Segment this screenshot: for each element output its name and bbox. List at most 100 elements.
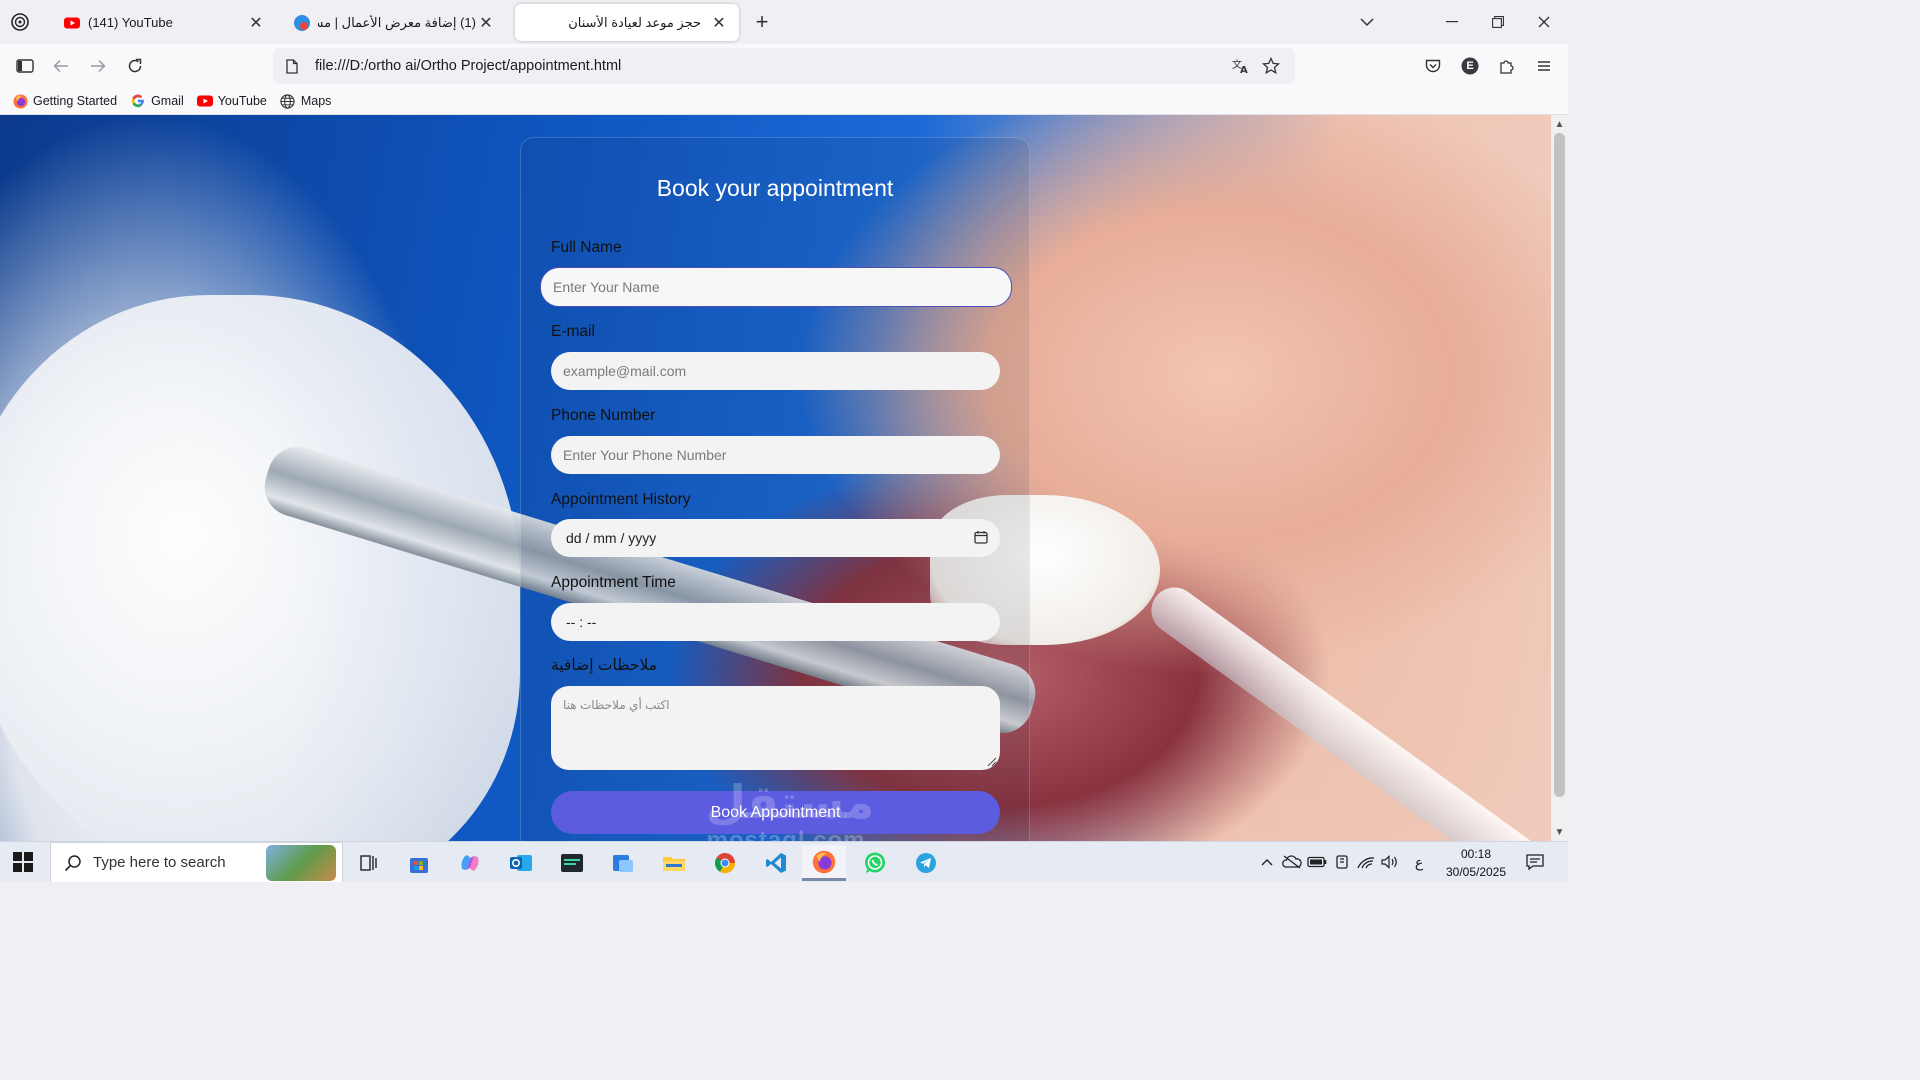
firefox-taskbar-icon[interactable] [802,845,846,881]
close-tab-icon[interactable]: ✕ [246,13,266,33]
form-title: Book your appointment [656,175,894,201]
search-highlight-image [266,844,336,881]
phone-label: Phone Number [551,407,656,424]
new-tab-button[interactable]: + [750,9,774,34]
full-name-placeholder: Enter Your Name [553,279,660,295]
file-explorer-icon[interactable] [652,845,696,881]
search-placeholder: Type here to search [93,854,226,871]
bookmark-star-icon[interactable] [1257,52,1285,80]
telegram-icon[interactable] [904,845,948,881]
full-name-input[interactable]: Enter Your Name [540,267,1012,307]
input-language-indicator[interactable]: ع [1408,850,1430,874]
close-tab-icon[interactable]: ✕ [709,13,729,33]
whatsapp-icon[interactable] [853,845,897,881]
clock-date: 30/05/2025 [1445,865,1507,879]
bookmark-gmail[interactable]: Gmail [130,93,184,109]
appointment-time-input[interactable]: -- : -- [551,603,1000,641]
outlook-icon[interactable] [499,845,543,881]
restore-icon[interactable] [1484,8,1512,36]
bookmark-label: YouTube [217,94,267,108]
terminal-app-icon[interactable] [550,845,594,881]
extensions-icon[interactable] [1493,52,1521,80]
page-scrollbar[interactable]: ▲ ▼ [1551,115,1568,841]
tab-youtube[interactable]: (141) YouTube ✕ [54,4,276,41]
tab-title: (141) YouTube [88,15,173,30]
youtube-icon [64,17,80,28]
notifications-icon[interactable] [1524,850,1546,874]
full-name-label: Full Name [551,239,622,256]
calendar-icon[interactable] [974,530,988,547]
tab-title: حجز موعد لعيادة الأسنان [568,14,701,30]
resize-grip-icon[interactable] [985,755,997,767]
phone-input[interactable]: Enter Your Phone Number [551,436,1000,474]
bookmark-label: Maps [300,94,332,108]
email-label: E-mail [551,323,595,340]
appointment-date-label: Appointment History [551,491,691,508]
bookmarks-toolbar: Getting Started Gmail YouTube Maps [0,88,1568,115]
avatar-initial: E [1466,60,1474,72]
battery-icon[interactable] [1306,850,1328,874]
email-input[interactable]: example@mail.com [551,352,1000,390]
bookmark-maps[interactable]: Maps [280,93,332,109]
google-icon [130,93,146,109]
sidebar-toggle-icon[interactable] [11,52,39,80]
chrome-icon[interactable] [703,845,747,881]
windows-taskbar: Type here to search ع 00:18 30/05/2025 [0,841,1568,882]
windows-start-icon[interactable] [12,851,36,875]
bookmark-getting-started[interactable]: Getting Started [12,93,117,109]
show-hidden-icons-chevron-icon[interactable] [1257,850,1277,874]
address-bar[interactable]: file:///D:/ortho ai/Ortho Project/appoin… [273,48,1295,84]
scroll-thumb[interactable] [1554,133,1565,797]
volume-icon[interactable] [1379,850,1401,874]
bookmark-label: Gmail [151,94,184,108]
microsoft-store-icon[interactable] [397,845,441,881]
background-suction-tube [1142,578,1551,841]
appointment-time-label: Appointment Time [551,574,676,591]
back-icon[interactable] [47,52,75,80]
tab-strip: (141) YouTube ✕ (1) إضافة معرض الأعمال |… [0,0,1568,44]
forward-icon[interactable] [84,52,112,80]
taskbar-search-box[interactable]: Type here to search [50,842,343,882]
time-placeholder: -- : -- [566,614,597,630]
watermark-latin: mostaql.com [706,827,866,841]
list-all-tabs-icon[interactable] [1353,8,1381,36]
reload-icon[interactable] [121,52,149,80]
phone-placeholder: Enter Your Phone Number [563,447,727,463]
clock-time: 00:18 [1460,847,1492,861]
bookmark-label: Getting Started [33,94,118,108]
notes-placeholder: اكتب أي ملاحظات هنا [563,698,670,712]
tab-appointment[interactable]: حجز موعد لعيادة الأسنان ✕ [515,4,739,41]
onedrive-offline-icon[interactable] [1281,850,1303,874]
minimize-icon[interactable] [1438,8,1466,36]
nav-bar: file:///D:/ortho ai/Ortho Project/appoin… [0,44,1568,88]
device-icon[interactable] [1331,850,1353,874]
task-view-icon[interactable] [346,845,390,881]
notes-textarea[interactable]: اكتب أي ملاحظات هنا [551,686,1000,770]
copilot-icon[interactable] [448,845,492,881]
translate-icon[interactable]: 文A [1227,52,1255,80]
close-tab-icon[interactable]: ✕ [476,13,496,33]
date-placeholder: dd / mm / yyyy [566,530,657,546]
tab-title: (1) إضافة معرض الأعمال | مستقل [318,14,476,30]
firefox-view-icon[interactable] [8,10,32,34]
system-clock[interactable]: 00:18 30/05/2025 [1436,845,1516,881]
close-window-icon[interactable] [1530,8,1558,36]
notes-label: ملاحظات إضافية [551,657,658,674]
tab-mostaql[interactable]: (1) إضافة معرض الأعمال | مستقل ✕ [284,4,506,41]
appointment-date-input[interactable]: dd / mm / yyyy [551,519,1000,557]
email-placeholder: example@mail.com [563,363,687,379]
bookmark-youtube[interactable]: YouTube [196,93,267,109]
url-text[interactable]: file:///D:/ortho ai/Ortho Project/appoin… [315,58,1227,74]
account-avatar[interactable]: E [1456,52,1484,80]
watermark-arabic: مستقل [705,776,875,828]
firefox-icon [12,93,28,109]
wifi-icon[interactable] [1355,850,1377,874]
search-icon [63,853,83,873]
vscode-icon[interactable] [754,845,798,881]
menu-icon[interactable] [1530,52,1558,80]
scroll-up-arrow-icon[interactable]: ▲ [1551,116,1568,132]
file-app-icon[interactable] [601,845,645,881]
pocket-icon[interactable] [1419,52,1447,80]
page-icon [283,57,301,75]
scroll-down-arrow-icon[interactable]: ▼ [1551,824,1568,840]
